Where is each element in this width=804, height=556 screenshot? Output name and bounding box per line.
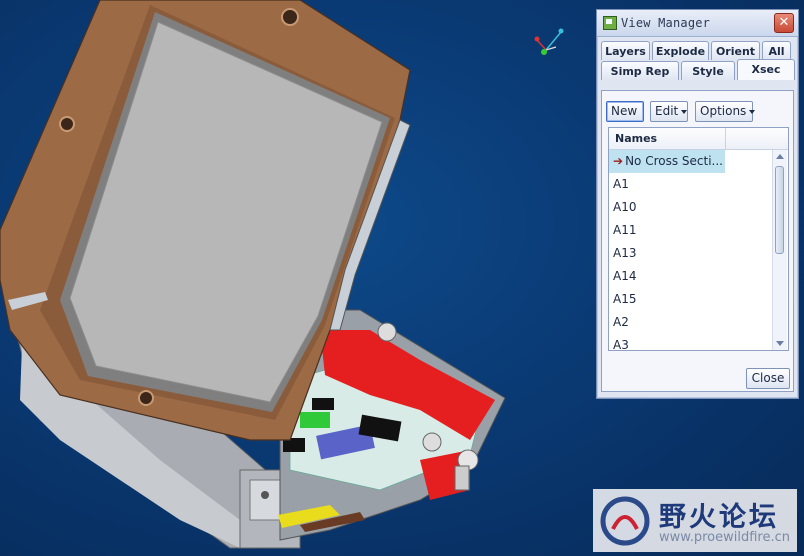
tab-xsec[interactable]: Xsec	[737, 59, 795, 80]
close-icon[interactable]: ✕	[774, 13, 794, 33]
dialog-title: View Manager	[621, 16, 711, 30]
xsec-panel: New Edit Options Names ➔ No Cross Secti..…	[601, 90, 794, 392]
scroll-thumb[interactable]	[775, 166, 784, 254]
current-arrow-icon: ➔	[613, 154, 624, 168]
scroll-up-icon[interactable]	[776, 154, 784, 159]
chevron-down-icon	[681, 109, 688, 114]
list-item[interactable]: A13	[609, 242, 788, 265]
forum-logo-icon	[600, 496, 650, 546]
new-button[interactable]: New	[606, 101, 644, 122]
tab-row-1: Layers Explode Orient All	[601, 41, 791, 61]
list-item[interactable]: A10	[609, 196, 788, 219]
tab-orient[interactable]: Orient	[711, 41, 760, 60]
watermark: 野火论坛 www.proewildfire.cn	[593, 489, 797, 552]
list-header-names[interactable]: Names	[609, 128, 788, 150]
view-manager-dialog[interactable]: View Manager ✕ Layers Explode Orient All…	[596, 9, 799, 399]
coordinate-triad-icon	[534, 28, 564, 55]
view-manager-icon	[603, 16, 617, 30]
tab-layers[interactable]: Layers	[601, 41, 650, 60]
list-item-label: No Cross Secti...	[625, 154, 723, 168]
chevron-down-icon	[749, 109, 756, 114]
list-item[interactable]: A11	[609, 219, 788, 242]
tab-style[interactable]: Style	[681, 61, 735, 80]
scroll-down-icon[interactable]	[776, 341, 784, 346]
tab-all[interactable]: All	[762, 41, 791, 60]
edit-button[interactable]: Edit	[650, 101, 688, 122]
dialog-titlebar[interactable]: View Manager ✕	[597, 10, 798, 37]
list-item[interactable]: A2	[609, 311, 788, 334]
tab-row-2: Simp Rep Style Xsec	[601, 59, 795, 81]
tab-simp-rep[interactable]: Simp Rep	[601, 61, 679, 80]
list-item[interactable]: A14	[609, 265, 788, 288]
list-item[interactable]: A3	[609, 334, 788, 350]
watermark-text: 野火论坛	[659, 502, 779, 533]
list-item[interactable]: A1	[609, 173, 788, 196]
options-label: Options	[700, 104, 747, 118]
close-button[interactable]: Close	[746, 368, 790, 389]
tab-explode[interactable]: Explode	[652, 41, 709, 60]
xsec-list[interactable]: Names ➔ No Cross Secti... A1 A10 A11 A13 …	[608, 127, 789, 351]
watermark-url: www.proewildfire.cn	[659, 530, 790, 545]
list-item[interactable]: A15	[609, 288, 788, 311]
list-scrollbar[interactable]	[772, 150, 787, 350]
options-button[interactable]: Options	[695, 101, 756, 122]
edit-label: Edit	[655, 104, 679, 118]
list-item[interactable]: ➔ No Cross Secti...	[609, 150, 725, 173]
